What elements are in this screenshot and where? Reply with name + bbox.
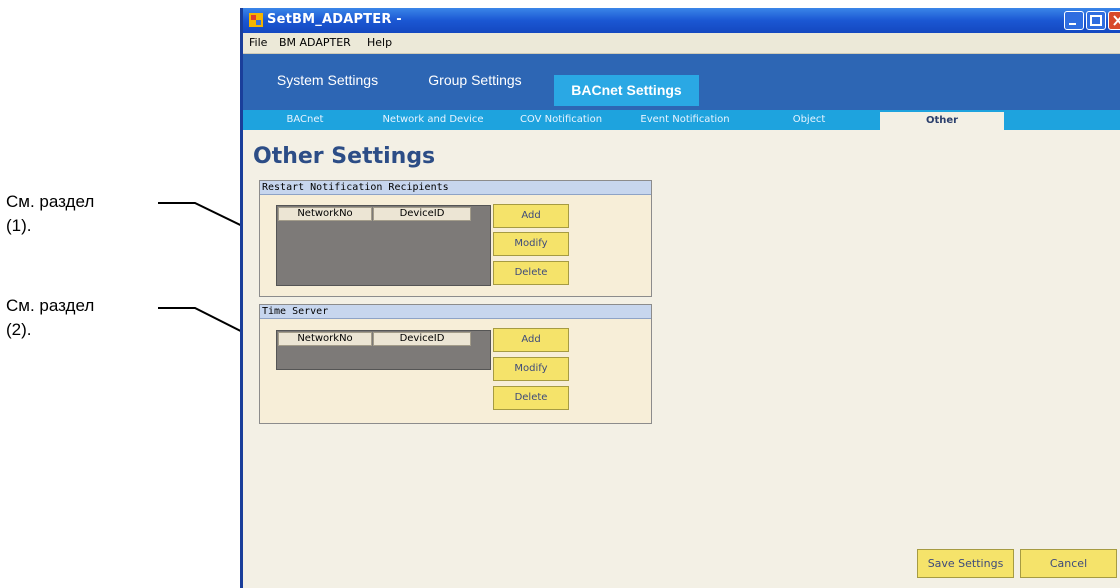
callout-1-line2: (1).	[6, 216, 32, 235]
callout-1: См. раздел (1).	[6, 190, 94, 238]
tab-group-settings[interactable]: Group Settings	[415, 72, 535, 92]
app-window: SetBM_ADAPTER - File BM ADAPTER Help Sys…	[240, 8, 1120, 588]
callout-2-line1: См. раздел	[6, 296, 95, 315]
column-network-no[interactable]: NetworkNo	[278, 207, 372, 221]
restart-modify-button[interactable]: Modify	[493, 232, 569, 256]
page-title: Other Settings	[253, 144, 436, 169]
subtab-other[interactable]: Other	[880, 112, 1004, 132]
save-settings-button[interactable]: Save Settings	[917, 549, 1014, 578]
callout-2-line2: (2).	[6, 320, 32, 339]
tab-system-settings[interactable]: System Settings	[265, 72, 390, 92]
restart-notification-group-title: Restart Notification Recipients	[260, 181, 651, 195]
cancel-button[interactable]: Cancel	[1020, 549, 1117, 578]
app-icon	[249, 13, 263, 27]
sub-tab-bar: BACnet Network and Device COV Notificati…	[243, 110, 1120, 132]
subtab-object[interactable]: Object	[747, 114, 871, 125]
column-device-id[interactable]: DeviceID	[373, 207, 471, 221]
restart-add-button[interactable]: Add	[493, 204, 569, 228]
callout-2: См. раздел (2).	[6, 294, 94, 342]
title-bar[interactable]: SetBM_ADAPTER -	[243, 8, 1120, 33]
restart-delete-button[interactable]: Delete	[493, 261, 569, 285]
subtab-event-notification[interactable]: Event Notification	[623, 114, 747, 125]
menu-bm-adapter[interactable]: BM ADAPTER	[279, 36, 351, 49]
time-server-modify-button[interactable]: Modify	[493, 357, 569, 381]
subtab-bacnet[interactable]: BACnet	[243, 114, 367, 125]
column-device-id[interactable]: DeviceID	[373, 332, 471, 346]
column-network-no[interactable]: NetworkNo	[278, 332, 372, 346]
restart-notification-group: Restart Notification Recipients NetworkN…	[259, 180, 652, 297]
time-server-add-button[interactable]: Add	[493, 328, 569, 352]
minimize-button[interactable]	[1064, 11, 1084, 30]
tab-bacnet-settings[interactable]: BACnet Settings	[554, 75, 699, 106]
callout-1-line1: См. раздел	[6, 192, 95, 211]
maximize-icon	[1090, 15, 1102, 26]
subtab-network-and-device[interactable]: Network and Device	[367, 114, 499, 125]
menu-bar: File BM ADAPTER Help	[243, 33, 1120, 54]
time-server-table[interactable]: NetworkNo DeviceID	[276, 330, 491, 370]
close-button[interactable]	[1108, 11, 1120, 30]
maximize-button[interactable]	[1086, 11, 1106, 30]
window-title: SetBM_ADAPTER -	[267, 12, 402, 27]
subtab-cov-notification[interactable]: COV Notification	[499, 114, 623, 125]
restart-recipients-table[interactable]: NetworkNo DeviceID	[276, 205, 491, 286]
time-server-delete-button[interactable]: Delete	[493, 386, 569, 410]
main-tab-bar: System Settings Group Settings BACnet Se…	[243, 54, 1120, 110]
time-server-group: Time Server NetworkNo DeviceID Add Modif…	[259, 304, 652, 424]
time-server-group-title: Time Server	[260, 305, 651, 319]
menu-file[interactable]: File	[249, 36, 267, 49]
minimize-icon	[1069, 23, 1076, 25]
menu-help[interactable]: Help	[367, 36, 392, 49]
close-icon	[1113, 15, 1120, 26]
